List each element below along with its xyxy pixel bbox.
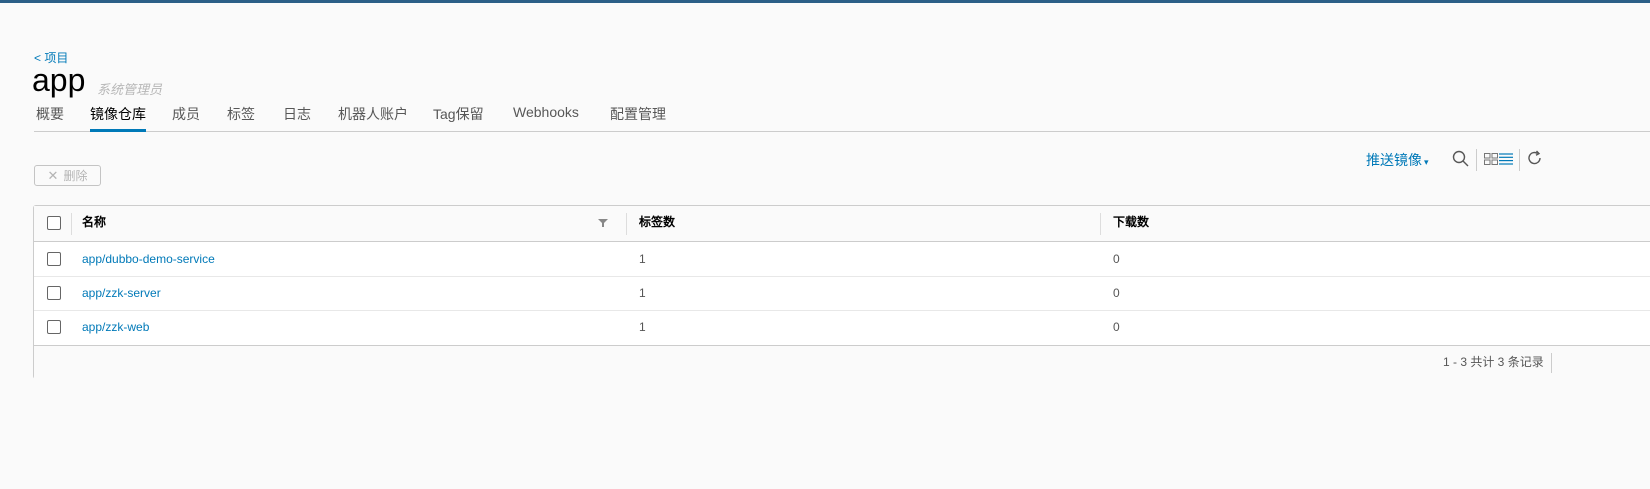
tag-count: 1 — [639, 252, 646, 266]
row-checkbox[interactable] — [47, 252, 61, 266]
tab-webhooks[interactable]: Webhooks — [513, 104, 579, 131]
select-all-checkbox[interactable] — [47, 216, 61, 230]
toolbar-divider — [1519, 149, 1520, 171]
toolbar-divider — [1476, 149, 1477, 171]
list-view-icon[interactable] — [1499, 153, 1513, 165]
pull-count: 0 — [1113, 252, 1120, 266]
delete-button[interactable]: ✕ 删除 — [34, 165, 101, 186]
table-row[interactable]: app/zzk-server 1 0 — [34, 276, 1650, 311]
filter-icon[interactable] — [598, 218, 608, 228]
page-title: app — [32, 62, 86, 98]
refresh-icon[interactable] — [1527, 150, 1543, 166]
card-view-icon[interactable] — [1484, 153, 1498, 165]
tab-robot-accounts[interactable]: 机器人账户 — [338, 104, 408, 131]
tag-count: 1 — [639, 286, 646, 300]
tab-logs[interactable]: 日志 — [283, 104, 311, 131]
table-row[interactable]: app/dubbo-demo-service 1 0 — [34, 242, 1650, 277]
column-header-name[interactable]: 名称 — [82, 206, 106, 241]
top-bar — [0, 0, 1650, 3]
row-checkbox[interactable] — [47, 320, 61, 334]
repository-table: 名称 标签数 下载数 app/dubbo-demo-service 1 0 ap… — [33, 205, 1650, 380]
column-header-pulls[interactable]: 下载数 — [1113, 206, 1149, 241]
column-divider — [1100, 213, 1101, 235]
chevron-down-icon: ▾ — [1424, 157, 1429, 167]
tag-count: 1 — [639, 320, 646, 334]
table-footer: 1 - 3 共计 3 条记录 — [34, 345, 1650, 380]
row-checkbox[interactable] — [47, 286, 61, 300]
tab-configuration[interactable]: 配置管理 — [610, 104, 666, 131]
table-header: 名称 标签数 下载数 — [34, 206, 1650, 242]
repository-name-link[interactable]: app/dubbo-demo-service — [82, 242, 215, 276]
push-image-label: 推送镜像 — [1366, 152, 1422, 168]
column-divider — [626, 213, 627, 235]
push-image-button[interactable]: 推送镜像 ▾ — [1366, 150, 1429, 170]
pull-count: 0 — [1113, 286, 1120, 300]
tab-labels[interactable]: 标签 — [227, 104, 255, 131]
tab-summary[interactable]: 概要 — [36, 104, 64, 131]
close-icon: ✕ — [47, 167, 59, 183]
table-row[interactable]: app/zzk-web 1 0 — [34, 310, 1650, 344]
tab-tag-retention[interactable]: Tag保留 — [433, 104, 484, 131]
tab-repositories[interactable]: 镜像仓库 — [90, 104, 146, 132]
tab-bar: 概要 镜像仓库 成员 标签 日志 机器人账户 Tag保留 Webhooks 配置… — [34, 104, 1650, 132]
column-divider — [71, 213, 72, 235]
delete-button-label: 删除 — [63, 169, 88, 183]
footer-divider — [1551, 353, 1552, 373]
repository-name-link[interactable]: app/zzk-web — [82, 310, 149, 344]
pull-count: 0 — [1113, 320, 1120, 334]
search-icon[interactable] — [1452, 150, 1470, 168]
repository-name-link[interactable]: app/zzk-server — [82, 276, 161, 310]
tab-members[interactable]: 成员 — [172, 104, 200, 131]
pagination-summary: 1 - 3 共计 3 条记录 — [1443, 355, 1544, 369]
role-label: 系统管理员 — [97, 82, 163, 97]
column-header-tags[interactable]: 标签数 — [639, 206, 675, 241]
